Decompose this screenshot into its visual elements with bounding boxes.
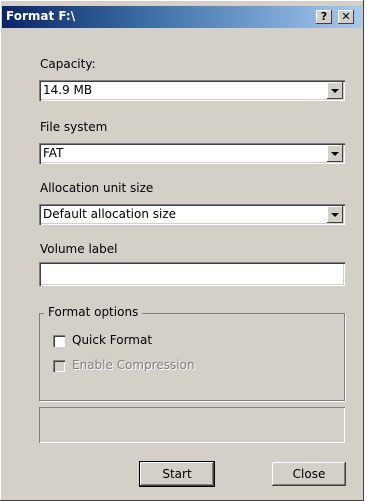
file-system-dropdown-button[interactable] <box>327 145 343 162</box>
allocation-unit-label: Allocation unit size <box>40 181 154 195</box>
file-system-select[interactable]: FAT <box>39 143 345 164</box>
format-options-legend: Format options <box>44 305 143 319</box>
capacity-label: Capacity: <box>40 57 96 71</box>
enable-compression-checkbox <box>53 360 65 372</box>
help-button[interactable]: ? <box>316 10 332 24</box>
window-title: Format F:\ <box>6 9 76 23</box>
quick-format-checkbox[interactable] <box>53 335 65 347</box>
file-system-label: File system <box>40 120 108 134</box>
enable-compression-label: Enable Compression <box>72 358 195 372</box>
chevron-down-icon <box>331 89 339 93</box>
allocation-unit-value: Default allocation size <box>43 207 177 221</box>
chevron-down-icon <box>331 152 339 156</box>
capacity-value: 14.9 MB <box>43 83 93 97</box>
quick-format-label[interactable]: Quick Format <box>72 333 152 347</box>
format-options-group <box>39 313 345 401</box>
capacity-dropdown-button[interactable] <box>327 82 343 99</box>
start-button[interactable]: Start <box>139 461 215 487</box>
progress-bar <box>39 407 345 443</box>
volume-label-label: Volume label <box>40 242 118 256</box>
capacity-select[interactable]: 14.9 MB <box>39 80 345 101</box>
file-system-value: FAT <box>43 146 64 160</box>
close-window-button[interactable]: ✕ <box>338 10 354 24</box>
allocation-unit-dropdown-button[interactable] <box>327 206 343 223</box>
format-dialog: Format F:\ ? ✕ Capacity: 14.9 MB File sy… <box>0 0 364 501</box>
close-button[interactable]: Close <box>272 462 346 486</box>
volume-label-input[interactable] <box>39 262 345 286</box>
title-bar[interactable]: Format F:\ ? ✕ <box>2 6 362 28</box>
allocation-unit-select[interactable]: Default allocation size <box>39 204 345 225</box>
chevron-down-icon <box>331 213 339 217</box>
